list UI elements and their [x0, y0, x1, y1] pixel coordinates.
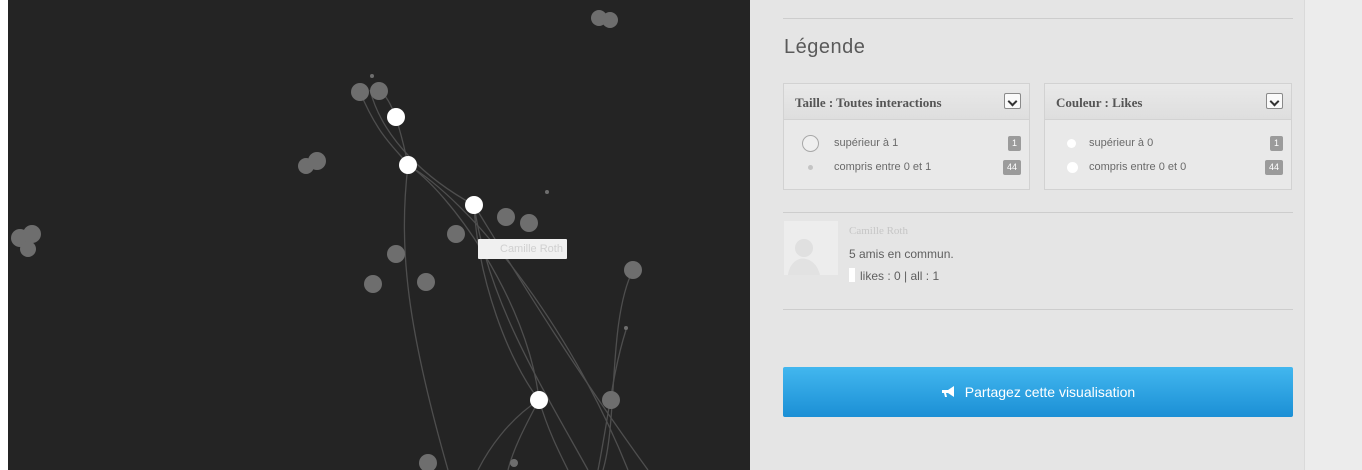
- size-legend-row: supérieur à 1 1: [784, 135, 1029, 153]
- graph-edges: [359, 87, 649, 470]
- graph-node[interactable]: [624, 261, 642, 279]
- graph-edge: [473, 204, 540, 401]
- graph-node-highlighted[interactable]: [530, 391, 548, 409]
- color-legend-header: Couleur : Likes: [1045, 84, 1291, 120]
- legend-panel: Légende Taille : Toutes interactions sup…: [750, 0, 1304, 470]
- graph-node[interactable]: [510, 459, 518, 467]
- person-name[interactable]: Camille Roth: [849, 225, 908, 237]
- avatar: [784, 221, 838, 275]
- graph-node[interactable]: [370, 74, 374, 78]
- node-hover-label: Camille Roth: [478, 239, 567, 259]
- graph-node-highlighted[interactable]: [465, 196, 483, 214]
- white-dot-icon: [1067, 139, 1076, 148]
- graph-node[interactable]: [520, 214, 538, 232]
- graph-edge: [602, 269, 634, 470]
- color-dropdown-button[interactable]: [1266, 93, 1283, 109]
- graph-node[interactable]: [23, 225, 41, 243]
- graph-node[interactable]: [387, 245, 405, 263]
- interaction-stats: likes : 0 | all : 1: [860, 269, 940, 283]
- graph-node[interactable]: [364, 275, 382, 293]
- color-legend-row: compris entre 0 et 0 44: [1045, 159, 1291, 177]
- graph-edge: [538, 399, 569, 470]
- graph-node[interactable]: [602, 12, 618, 28]
- color-legend-title: Couleur : Likes: [1056, 95, 1143, 110]
- size-row-count: 1: [1007, 136, 1021, 151]
- graph-edge: [407, 164, 629, 470]
- graph-node-highlighted[interactable]: [399, 156, 417, 174]
- graph-node-highlighted[interactable]: [387, 108, 405, 126]
- graph-edge: [477, 399, 540, 470]
- color-legend-row: supérieur à 0 1: [1045, 135, 1291, 153]
- size-legend-title: Taille : Toutes interactions: [795, 95, 942, 110]
- graph-node[interactable]: [20, 241, 36, 257]
- color-row-label: supérieur à 0: [1089, 137, 1154, 149]
- megaphone-icon: [941, 386, 954, 397]
- graph-node[interactable]: [419, 454, 437, 470]
- mutual-friends-text: 5 amis en commun.: [849, 247, 954, 261]
- scroll-area: [1304, 0, 1362, 470]
- divider: [783, 212, 1293, 213]
- color-legend-box: Couleur : Likes supérieur à 0 1 compris …: [1044, 83, 1292, 190]
- graph-node[interactable]: [545, 190, 549, 194]
- graph-node[interactable]: [447, 225, 465, 243]
- graph-node[interactable]: [308, 152, 326, 170]
- share-button-label: Partagez cette visualisation: [964, 384, 1136, 400]
- graph-node[interactable]: [351, 83, 369, 101]
- large-circle-icon: [802, 135, 819, 152]
- graph-node[interactable]: [624, 326, 628, 330]
- graph-node[interactable]: [602, 391, 620, 409]
- size-legend-box: Taille : Toutes interactions supérieur à…: [783, 83, 1030, 190]
- graph-node[interactable]: [370, 82, 388, 100]
- share-button[interactable]: Partagez cette visualisation: [783, 367, 1293, 417]
- color-row-count: 1: [1269, 136, 1283, 151]
- color-row-label: compris entre 0 et 0: [1089, 161, 1187, 173]
- graph-node[interactable]: [497, 208, 515, 226]
- size-legend-row: compris entre 0 et 1 44: [784, 159, 1029, 177]
- graph-node[interactable]: [417, 273, 435, 291]
- graph-edge: [369, 89, 475, 206]
- graph-canvas[interactable]: Camille Roth: [8, 0, 750, 470]
- graph-edge: [403, 164, 449, 470]
- white-dot-icon: [1067, 162, 1078, 173]
- legend-title: Légende: [784, 36, 866, 58]
- color-swatch: [849, 268, 855, 282]
- size-row-label: compris entre 0 et 1: [834, 161, 932, 173]
- size-row-label: supérieur à 1: [834, 137, 899, 149]
- size-dropdown-button[interactable]: [1004, 93, 1021, 109]
- size-legend-header: Taille : Toutes interactions: [784, 84, 1029, 120]
- graph-svg[interactable]: [8, 0, 750, 470]
- divider: [783, 18, 1293, 19]
- small-dot-icon: [808, 165, 813, 170]
- user-avatar-icon: [784, 221, 838, 275]
- color-row-count: 44: [1264, 160, 1283, 175]
- size-row-count: 44: [1002, 160, 1021, 175]
- graph-edge: [359, 91, 409, 166]
- divider: [783, 309, 1293, 310]
